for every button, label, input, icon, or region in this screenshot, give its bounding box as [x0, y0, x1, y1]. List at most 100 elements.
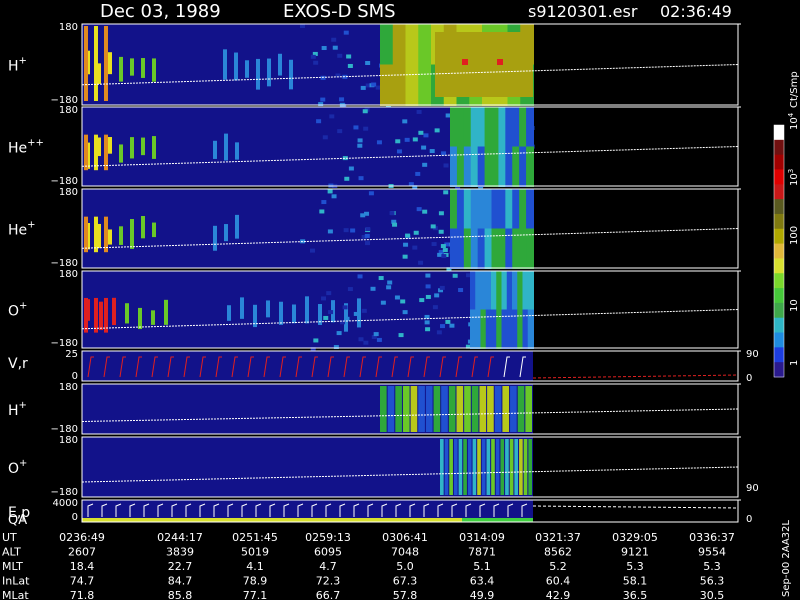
plasma-region-cell [450, 228, 458, 269]
noise-pixel [364, 233, 370, 238]
noise-pixel [443, 190, 449, 195]
intensity-burst [130, 137, 134, 159]
noise-pixel [323, 315, 329, 320]
noise-pixel [425, 294, 431, 299]
plasma-region-cell [463, 107, 472, 148]
y-min-label: −180 [51, 258, 78, 269]
panel-label-sup: + [27, 220, 35, 231]
plasma-region-cell [380, 64, 394, 106]
right-axis-mid: 90 [746, 483, 759, 494]
noise-pixel [337, 53, 343, 58]
plasma-region-cell [527, 271, 534, 311]
intensity-burst [151, 310, 155, 325]
plasma-region-cell [505, 107, 514, 148]
panel-label: He+ [8, 220, 36, 239]
onset-stripe [94, 26, 98, 101]
intensity-burst [213, 225, 217, 251]
intensity-burst [223, 49, 227, 80]
intensity-burst [119, 56, 123, 82]
noise-pixel [376, 337, 382, 342]
plasma-region-cell [450, 146, 458, 187]
noise-pixel [439, 285, 445, 290]
footer-cell: 5.2 [549, 560, 567, 573]
plasma-region-cell [477, 189, 486, 230]
energy-band [471, 386, 479, 432]
noise-pixel [443, 163, 449, 168]
noise-pixel [378, 276, 384, 281]
footer-cell: 4.7 [319, 560, 337, 573]
energy-band [463, 439, 467, 495]
energy-band [517, 386, 525, 432]
onset-stripe [104, 134, 108, 171]
velocity-trace [532, 374, 739, 379]
plasma-region-cell [512, 228, 521, 269]
noise-pixel [337, 129, 343, 134]
colorbar-tick-exp: 4 [787, 112, 795, 117]
noise-pixel [365, 241, 371, 246]
noise-pixel [327, 229, 333, 234]
energy-trace [532, 505, 739, 509]
onset-stripe [94, 297, 98, 333]
noise-pixel [404, 137, 410, 142]
colorbar-swatch [774, 184, 784, 200]
energy-band [395, 386, 402, 432]
plasma-region-cell [463, 228, 472, 269]
noise-pixel [358, 337, 364, 342]
footer-cell: 36.5 [623, 589, 648, 600]
colorbar-swatch [774, 317, 784, 334]
footer-cell: 7871 [468, 546, 496, 559]
energy-band [479, 386, 487, 432]
footer-row-label: UT [2, 531, 17, 544]
y-max-label: 180 [59, 435, 78, 446]
plasma-core [435, 32, 533, 97]
energy-band [380, 386, 387, 432]
right-axis-bottom: 0 [746, 373, 752, 384]
footer-cell: 0306:41 [382, 531, 428, 544]
noise-pixel [362, 109, 368, 114]
plasma-region-cell [526, 189, 534, 230]
intensity-burst [279, 301, 283, 325]
intensity-burst [164, 299, 168, 325]
y-min-label: −180 [51, 176, 78, 187]
noise-pixel [357, 274, 363, 279]
noise-pixel [320, 97, 326, 102]
noise-pixel [438, 229, 444, 234]
footer-cell: 0321:37 [535, 531, 581, 544]
energy-band [444, 439, 449, 495]
energy-band [441, 386, 448, 432]
noise-pixel [429, 149, 435, 154]
plasma-region-cell [512, 189, 521, 230]
plasma-region-cell [505, 228, 514, 269]
noise-pixel [405, 233, 411, 238]
energy-band [505, 439, 509, 495]
energy-band [487, 386, 494, 432]
energy-band [502, 386, 510, 432]
plasma-region-cell [505, 146, 514, 187]
energy-band [509, 439, 514, 495]
right-axis-top: 90 [746, 349, 759, 360]
intensity-burst [267, 58, 271, 87]
intensity-burst [152, 222, 156, 238]
energy-band [425, 386, 433, 432]
noise-pixel [313, 60, 319, 65]
qa-bar-good [462, 518, 533, 522]
noise-pixel [316, 119, 322, 124]
noise-pixel [436, 330, 442, 335]
footer-cell: 0314:09 [459, 531, 505, 544]
plasma-region-cell [456, 146, 465, 187]
footer-cell: 66.7 [316, 589, 341, 600]
noise-pixel [363, 340, 369, 345]
plasma-region-cell [405, 64, 420, 106]
noise-pixel [392, 222, 398, 227]
noise-pixel [412, 245, 418, 250]
plasma-region-cell [498, 189, 507, 230]
colorbar-swatch [774, 154, 784, 170]
footer-cell: 56.3 [700, 575, 725, 588]
intensity-burst [289, 59, 293, 90]
intensity-burst [292, 304, 296, 324]
noise-pixel [350, 228, 356, 233]
y-max-label: 25 [65, 349, 78, 360]
colorbar-swatch [774, 125, 784, 141]
plasma-region-cell [418, 64, 432, 106]
plasma-region-cell [450, 107, 458, 148]
